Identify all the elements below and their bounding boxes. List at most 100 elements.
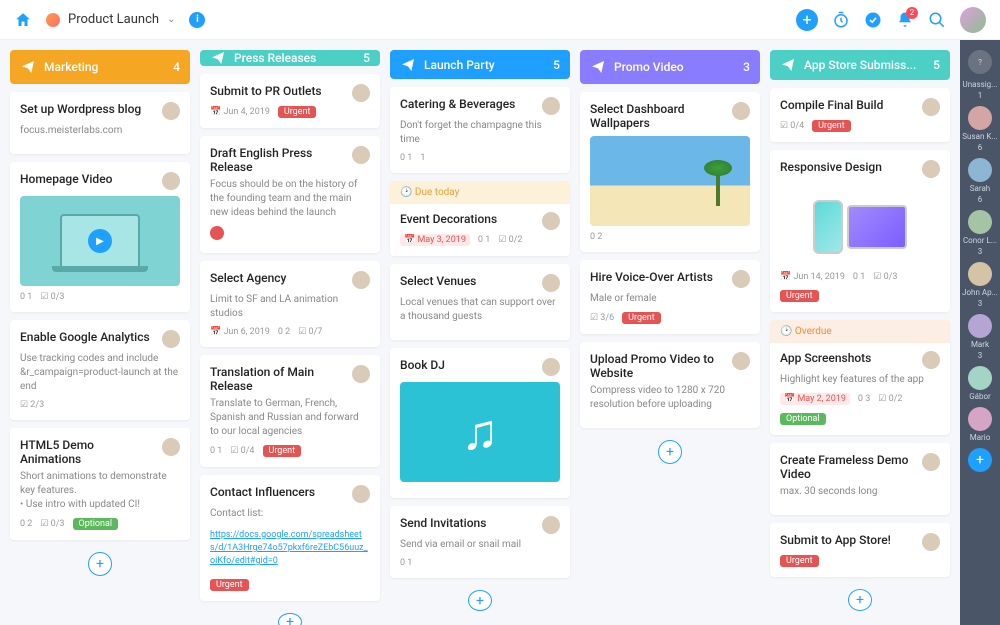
add-person-button[interactable]: + xyxy=(968,448,992,472)
task-card[interactable]: Contact InfluencersContact list:https://… xyxy=(200,475,380,601)
add-card-button[interactable]: + xyxy=(848,589,872,611)
column-icon xyxy=(780,57,796,73)
assignee-avatar[interactable] xyxy=(162,438,180,456)
assignee-avatar[interactable] xyxy=(922,351,940,369)
sidebar-person[interactable]: Sarah6 xyxy=(960,158,1000,204)
meta-item: 0 1 xyxy=(20,292,32,302)
assignee-avatar[interactable] xyxy=(542,97,560,115)
person-avatar xyxy=(968,314,992,338)
sidebar-person[interactable]: Susan K...6 xyxy=(960,106,1000,152)
card-title-row: Contact Influencers xyxy=(210,485,370,503)
assignee-avatar[interactable] xyxy=(732,270,750,288)
task-card[interactable]: Homepage Video▶0 1☑ 0/3 xyxy=(10,162,190,312)
column-count: 5 xyxy=(363,51,370,65)
column-count: 3 xyxy=(743,60,750,74)
card-description: Highlight key features of the app xyxy=(780,373,940,387)
card-image: ♫ xyxy=(400,382,560,482)
assignee-avatar[interactable] xyxy=(352,271,370,289)
project-selector[interactable]: Product Launch ⌄ xyxy=(46,12,175,27)
info-icon[interactable]: i xyxy=(189,12,205,28)
task-card[interactable]: Compile Final Build☑ 0/4Urgent xyxy=(770,88,950,142)
assignee-avatar[interactable] xyxy=(542,274,560,292)
person-name: Sarah xyxy=(970,184,990,193)
add-button[interactable]: + xyxy=(796,9,818,31)
meta-item: ☑ 0/3 xyxy=(40,519,64,529)
assignee-avatar[interactable] xyxy=(542,212,560,230)
sidebar-person[interactable]: Unassig...1 xyxy=(960,80,1000,100)
card-meta: ☑ 0/4Urgent xyxy=(780,120,940,132)
assignee-avatar[interactable] xyxy=(922,453,940,471)
add-card-button[interactable]: + xyxy=(88,552,112,576)
sidebar-person[interactable]: Gábor xyxy=(960,366,1000,401)
person-name: Mario xyxy=(970,433,991,442)
task-card[interactable]: 🕑 OverdueApp ScreenshotsHighlight key fe… xyxy=(770,320,950,435)
sidebar-person[interactable]: John Ap...3 xyxy=(960,262,1000,308)
sidebar-person[interactable]: Mark3 xyxy=(960,314,1000,360)
assignee-avatar[interactable] xyxy=(162,172,180,190)
column: App Store Submiss...5 Compile Final Build… xyxy=(770,50,950,615)
task-card[interactable]: Select VenuesLocal venues that can suppo… xyxy=(390,264,570,340)
assignee-avatar[interactable] xyxy=(542,516,560,534)
column-header[interactable]: Promo Video3 xyxy=(580,50,760,84)
assignee-avatar[interactable] xyxy=(352,365,370,383)
task-card[interactable]: Upload Promo Video to WebsiteCompress vi… xyxy=(580,342,760,428)
meta-item: 0 2 xyxy=(278,327,290,337)
add-card-button[interactable]: + xyxy=(658,440,682,464)
bell-icon[interactable]: 2 xyxy=(896,11,914,29)
card-meta: 📅 May 2, 20190 3☑ 0/2Optional xyxy=(780,393,940,425)
task-card[interactable]: Send InvitationsSend via email or snail … xyxy=(390,506,570,578)
assignee-avatar[interactable] xyxy=(352,485,370,503)
project-color-icon xyxy=(46,13,60,27)
assignee-avatar[interactable] xyxy=(922,533,940,551)
task-card[interactable]: Select AgencyLimit to SF and LA animatio… xyxy=(200,261,380,347)
search-icon[interactable] xyxy=(928,11,946,29)
assignee-avatar[interactable] xyxy=(732,352,750,370)
card-link[interactable]: https://docs.google.com/spreadsheets/d/1… xyxy=(210,530,368,566)
assignee-avatar[interactable] xyxy=(352,146,370,164)
task-card[interactable]: Responsive Design📅 Jun 14, 20190 1☑ 0/3U… xyxy=(770,150,950,312)
meta-item: 1 xyxy=(420,153,425,163)
task-card[interactable]: Create Frameless Demo Videomax. 30 secon… xyxy=(770,443,950,515)
column-header[interactable]: Marketing4 xyxy=(10,50,190,84)
task-card[interactable]: Catering & BeveragesDon't forget the cha… xyxy=(390,87,570,173)
card-title: HTML5 Demo Animations xyxy=(20,438,156,466)
assignee-avatar[interactable] xyxy=(162,102,180,120)
assignee-avatar[interactable] xyxy=(922,160,940,178)
check-icon[interactable] xyxy=(864,11,882,29)
task-card[interactable]: Enable Google AnalyticsUse tracking code… xyxy=(10,320,190,420)
help-icon[interactable]: ? xyxy=(960,50,1000,74)
add-card-button[interactable]: + xyxy=(278,613,302,625)
column-header[interactable]: Press Releases5 xyxy=(200,50,380,66)
person-count: 3 xyxy=(978,247,983,256)
assignee-avatar[interactable] xyxy=(732,102,750,120)
task-card[interactable]: Translation of Main ReleaseTranslate to … xyxy=(200,355,380,467)
timer-icon[interactable] xyxy=(832,11,850,29)
task-card[interactable]: Select Dashboard Wallpapers0 2 xyxy=(580,92,760,252)
sidebar-person[interactable]: Conor L...3 xyxy=(960,210,1000,256)
task-card[interactable]: Submit to PR Outlets📅 Jun 4, 2019Urgent xyxy=(200,74,380,128)
person-avatar xyxy=(968,262,992,286)
task-card[interactable]: HTML5 Demo AnimationsShort animations to… xyxy=(10,428,190,540)
task-card[interactable]: Draft English Press ReleaseFocus should … xyxy=(200,136,380,253)
assignee-avatar[interactable] xyxy=(542,358,560,376)
card-image xyxy=(590,136,750,226)
home-icon[interactable] xyxy=(14,11,32,29)
sidebar-person[interactable]: Mario xyxy=(960,407,1000,442)
task-card[interactable]: Hire Voice-Over ArtistsMale or female☑ 3… xyxy=(580,260,760,334)
card-title-row: Select Venues xyxy=(400,274,560,292)
assignee-avatar[interactable] xyxy=(922,98,940,116)
task-card[interactable]: Set up Wordpress blogfocus.meisterlabs.c… xyxy=(10,92,190,154)
card-description: Don't forget the champagne this time xyxy=(400,119,560,147)
card-meta: ☑ 2/3 xyxy=(20,400,180,410)
tag: Urgent xyxy=(780,555,819,567)
column-header[interactable]: App Store Submiss...5 xyxy=(770,50,950,80)
card-title: Submit to App Store! xyxy=(780,533,891,547)
user-avatar[interactable] xyxy=(960,7,986,33)
column-header[interactable]: Launch Party5 xyxy=(390,50,570,79)
add-card-button[interactable]: + xyxy=(468,590,492,611)
task-card[interactable]: Submit to App Store! Urgent xyxy=(770,523,950,577)
task-card[interactable]: Book DJ♫ xyxy=(390,348,570,498)
assignee-avatar[interactable] xyxy=(352,84,370,102)
assignee-avatar[interactable] xyxy=(162,330,180,348)
task-card[interactable]: 🕑 Due todayEvent Decorations📅 May 3, 201… xyxy=(390,181,570,256)
